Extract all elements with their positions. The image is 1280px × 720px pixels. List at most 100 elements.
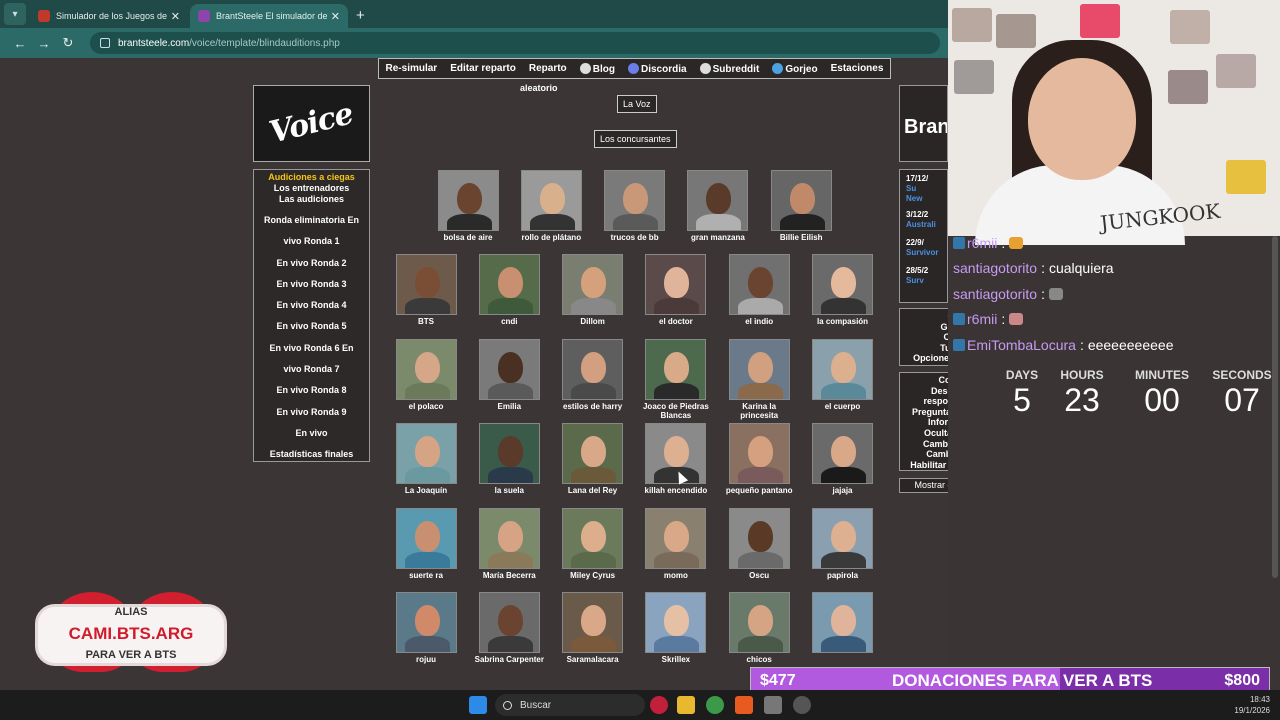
contestant-photo[interactable]	[687, 170, 749, 231]
menu-item[interactable]: En vivo Ronda 5	[254, 316, 369, 337]
edit-cast-link[interactable]: Editar reparto	[450, 63, 516, 74]
option-item[interactable]: Cargar	[900, 332, 948, 343]
change-background-link[interactable]: Cambiar fondo	[900, 449, 948, 460]
hide-news-link[interactable]: Ocultar noticias	[900, 428, 948, 439]
opera-icon[interactable]	[650, 696, 668, 714]
contestant-card[interactable]	[808, 592, 878, 655]
contestant-card[interactable]: Joaco de Piedras Blancas	[641, 338, 711, 420]
news-link[interactable]: Survivor	[906, 248, 947, 258]
contestant-photo[interactable]	[812, 592, 873, 654]
contestant-card[interactable]: La Joaquín	[391, 423, 461, 495]
contestant-photo[interactable]	[728, 423, 790, 485]
subreddit-link[interactable]: Subreddit	[699, 62, 759, 75]
contestant-photo[interactable]	[478, 592, 540, 654]
menu-item[interactable]: En vivo Ronda 4	[254, 295, 369, 316]
faq-link[interactable]: Preguntas frecuentes	[900, 407, 948, 418]
contestant-photo[interactable]	[645, 338, 707, 400]
contestant-card[interactable]: bolsa de aire	[433, 170, 503, 242]
contestant-card[interactable]: Miley Cyrus	[558, 507, 628, 580]
twitter-link[interactable]: Gorjeo	[772, 62, 818, 75]
contestant-photo[interactable]	[562, 507, 624, 569]
option-item[interactable]: Guardar	[900, 322, 948, 333]
contestant-card[interactable]: estilos de harry	[558, 338, 628, 411]
contestant-card[interactable]: rollo de plátano	[516, 170, 586, 242]
menu-item[interactable]: En vivo Ronda 8	[254, 380, 369, 401]
contestant-card[interactable]: el doctor	[641, 254, 711, 326]
contestant-photo[interactable]	[728, 592, 790, 654]
site-info-icon[interactable]	[100, 38, 110, 48]
chrome-icon[interactable]	[706, 696, 724, 714]
close-tab-icon[interactable]: ✕	[331, 10, 340, 23]
contestant-photo[interactable]	[728, 507, 790, 569]
back-arrow-icon[interactable]: ←	[8, 36, 32, 51]
blog-link[interactable]: Blog	[579, 62, 615, 75]
menu-auditions[interactable]: Las audiciones	[254, 194, 369, 205]
obs-icon[interactable]	[793, 696, 811, 714]
resimulate-link[interactable]: Re-simular	[386, 63, 438, 74]
contestant-card[interactable]: Dillom	[558, 254, 628, 326]
contestants-button[interactable]: Los concursantes	[594, 130, 677, 148]
contestant-photo[interactable]	[604, 170, 666, 231]
contestant-photo[interactable]	[645, 507, 707, 569]
tab-search-icon[interactable]: ▾	[4, 3, 26, 25]
chat-scrollbar[interactable]	[1272, 236, 1278, 578]
contestant-photo[interactable]	[770, 170, 832, 231]
show-songs-toggle[interactable]: Mostrar canciones: Sí	[899, 478, 948, 493]
contestant-card[interactable]: Saramalacara	[558, 592, 628, 664]
contestant-photo[interactable]	[812, 254, 873, 315]
contestant-card[interactable]: BTS	[391, 254, 461, 326]
contestant-card[interactable]: gran manzana	[683, 170, 753, 242]
menu-coaches[interactable]: Los entrenadores	[254, 183, 369, 194]
contestant-photo[interactable]	[478, 254, 540, 315]
menu-item[interactable]: En vivo Ronda 3	[254, 274, 369, 295]
contestant-photo[interactable]	[520, 170, 582, 231]
dark-mode-link[interactable]: Habilitar modo oscuro	[900, 460, 948, 471]
the-voice-button[interactable]: La Voz	[617, 95, 657, 113]
contestant-card[interactable]: Emilia	[474, 338, 544, 411]
contestant-card[interactable]: momo	[641, 507, 711, 580]
contestant-card[interactable]: el indio	[724, 254, 794, 326]
menu-item[interactable]: En vivo Ronda 6 En	[254, 338, 369, 359]
contestant-card[interactable]: Sabrina Carpenter	[474, 592, 544, 664]
browser-tab-1[interactable]: Simulador de los Juegos del Ha ✕	[30, 4, 188, 28]
windows-start-icon[interactable]	[469, 696, 487, 714]
stations-link[interactable]: Estaciones	[831, 63, 884, 74]
menu-item[interactable]: Estadísticas finales	[254, 444, 369, 465]
system-clock[interactable]: 18:43 19/1/2026	[1234, 694, 1270, 716]
contestant-card[interactable]: la compasión	[808, 254, 878, 326]
contestant-photo[interactable]	[562, 592, 624, 654]
menu-item[interactable]: En vivo Ronda 2	[254, 253, 369, 274]
contestant-card[interactable]: killah encendido	[641, 423, 711, 495]
news-link[interactable]: Surv	[906, 276, 947, 286]
news-link[interactable]: New	[906, 194, 947, 204]
contact-link[interactable]: Contacto	[900, 375, 949, 386]
contestant-card[interactable]: Lana del Rey	[558, 423, 628, 495]
option-item[interactable]: Tus Tem	[900, 343, 948, 354]
menu-blind-auditions[interactable]: Audiciones a ciegas	[254, 172, 369, 183]
reload-icon[interactable]: ↻	[56, 35, 80, 51]
contestant-photo[interactable]	[562, 338, 624, 400]
menu-item[interactable]: Ronda eliminatoria En	[254, 210, 369, 231]
contestant-photo[interactable]	[562, 423, 624, 485]
contestant-photo[interactable]	[395, 507, 457, 569]
taskbar-search[interactable]: Buscar	[495, 694, 645, 716]
contestant-card[interactable]: Oscu	[724, 507, 794, 580]
disclaimer-link-2[interactable]: responsabilidad	[900, 396, 948, 407]
discord-link[interactable]: Discordia	[627, 62, 687, 75]
option-item[interactable]: Opciones Avanzadas	[900, 353, 948, 364]
switch-side-link[interactable]: Cambiar de lado	[900, 439, 948, 450]
contestant-photo[interactable]	[437, 170, 499, 231]
contestant-photo[interactable]	[395, 592, 457, 654]
contestant-photo[interactable]	[395, 423, 457, 485]
contestant-card[interactable]: Billie Eilish	[766, 170, 836, 242]
contestant-card[interactable]: Skrillex	[641, 592, 711, 664]
contestant-photo[interactable]	[728, 338, 790, 400]
contestant-card[interactable]: chicos	[724, 592, 794, 664]
menu-item[interactable]: En vivo Ronda 9	[254, 402, 369, 423]
menu-item[interactable]: vivo Ronda 7	[254, 359, 369, 380]
new-tab-button[interactable]: +	[356, 7, 365, 24]
disclaimer-link[interactable]: Descargo de	[900, 386, 948, 397]
contestant-card[interactable]: papirola	[808, 507, 878, 580]
contestant-card[interactable]: el polaco	[391, 338, 461, 411]
option-item[interactable]: Guar	[900, 311, 948, 322]
